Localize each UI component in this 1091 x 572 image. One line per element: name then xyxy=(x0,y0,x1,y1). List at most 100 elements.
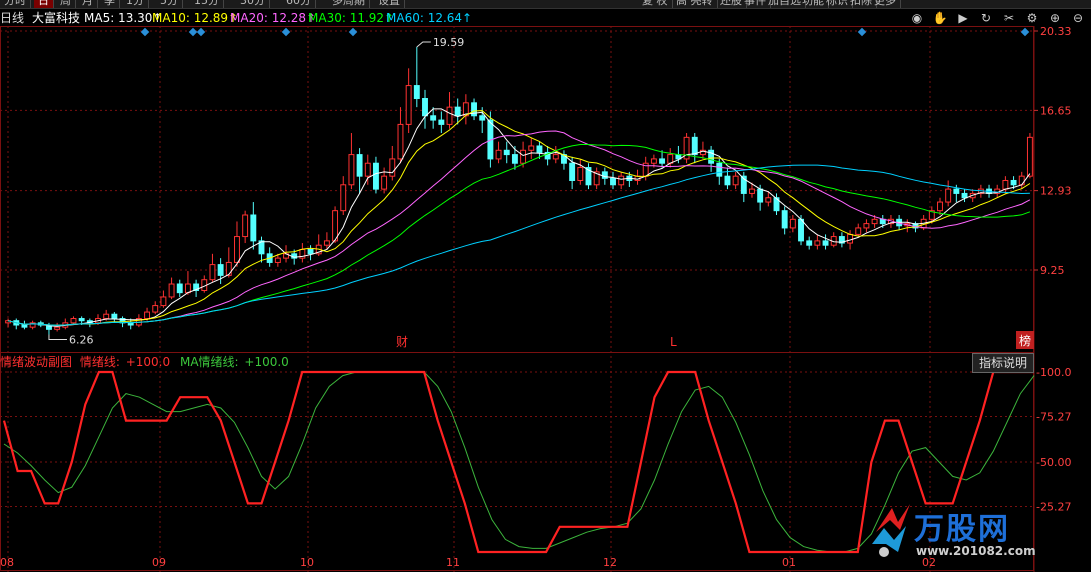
kline-chart[interactable]: 20.3316.6512.939.25-100.0-75.27-50.00-25… xyxy=(0,26,1091,572)
candle-body xyxy=(495,149,502,160)
candle-body xyxy=(1026,136,1033,177)
candle-body xyxy=(749,188,755,194)
settings-icon[interactable]: ⚙ xyxy=(1024,10,1040,26)
period-tab-11[interactable]: 设置 xyxy=(374,0,405,8)
candle-body xyxy=(144,311,151,320)
candle-body xyxy=(757,188,764,203)
candle-body xyxy=(438,119,445,125)
candle-body xyxy=(217,264,224,276)
candle-body xyxy=(323,240,330,246)
candle-body xyxy=(127,322,134,326)
period-tab-5[interactable]: 1分 xyxy=(122,0,149,8)
watermark-text: 万股网 xyxy=(914,512,1010,547)
refresh-icon[interactable]: ↻ xyxy=(978,10,994,26)
candle-body xyxy=(274,257,281,263)
signal-diamond xyxy=(281,27,291,37)
candle-body xyxy=(659,158,666,164)
stock-name[interactable]: 大富科技 xyxy=(32,10,80,26)
candle-body xyxy=(54,326,61,330)
logo-mark xyxy=(872,504,910,557)
candle-body xyxy=(389,158,396,177)
candle-body xyxy=(724,175,731,186)
candle-body xyxy=(356,154,363,177)
candle-body xyxy=(405,85,412,125)
month-tick-label: 01 xyxy=(782,556,796,569)
candle-body xyxy=(21,324,28,328)
candle-body xyxy=(348,154,355,186)
signal-diamond xyxy=(196,27,206,37)
price-tick-label: 16.65 xyxy=(1040,104,1072,117)
ma-emotion-value: +100.0 xyxy=(244,355,289,369)
tool-tab-0[interactable]: 复 权 xyxy=(638,0,673,8)
candle-body xyxy=(1018,175,1025,186)
candle-body xyxy=(413,85,420,100)
candle-body xyxy=(610,177,616,186)
month-tick-label: 10 xyxy=(300,556,314,569)
zoom-in-icon[interactable]: ⊕ xyxy=(1047,10,1063,26)
candle-body xyxy=(103,313,110,320)
candle-body xyxy=(209,264,216,281)
signal-diamond xyxy=(188,27,198,37)
candle-body xyxy=(855,227,862,235)
candle-body xyxy=(152,305,159,313)
tool-tab-1[interactable]: 高 亮转 xyxy=(672,0,718,8)
candle-body xyxy=(397,123,404,160)
month-tick-label: 09 xyxy=(152,556,166,569)
indicator-tick-label: -50.00 xyxy=(1036,456,1071,469)
period-tab-10[interactable]: 多周期 xyxy=(328,0,370,8)
candle-body xyxy=(552,154,559,160)
candle-body xyxy=(650,158,657,164)
period-tab-1[interactable]: 日 xyxy=(34,0,54,8)
zoom-out-icon[interactable]: ⊖ xyxy=(1070,10,1086,26)
scissors-icon[interactable]: ✂ xyxy=(1001,10,1017,26)
candle-body xyxy=(160,296,167,307)
candle-body xyxy=(601,171,608,179)
eye-icon[interactable]: ◉ xyxy=(909,10,925,26)
period-tab-0[interactable]: 分时 xyxy=(0,0,31,8)
low-price-label: 6.26 xyxy=(69,333,94,346)
ma-line-10 xyxy=(7,110,1031,326)
month-tick-label: 12 xyxy=(603,556,617,569)
period-tab-2[interactable]: 周 xyxy=(56,0,76,8)
candle-body xyxy=(528,145,535,151)
candle-body xyxy=(1002,179,1009,190)
period-tab-4[interactable]: 季 xyxy=(100,0,120,8)
chart-header: 日线 大富科技 MA5: 13.30↑ MA10: 12.89↑ MA20: 12.… xyxy=(0,10,1091,26)
candle-body xyxy=(618,175,625,186)
candle-body xyxy=(372,162,379,190)
signal-diamond xyxy=(1020,27,1030,37)
period-tab-8[interactable]: 30分 xyxy=(236,0,270,8)
ma-value-3: MA30: 11.92↑ xyxy=(308,11,395,25)
high-price-label: 19.59 xyxy=(433,36,465,49)
indicator-tick-label: -75.27 xyxy=(1036,411,1071,424)
period-label: 日线 xyxy=(0,11,25,25)
emotion-label: 情绪线: xyxy=(79,355,120,369)
candle-body xyxy=(1010,179,1017,186)
ma-value-2: MA20: 12.28↑ xyxy=(230,11,317,25)
ma-line-20 xyxy=(7,130,1031,326)
candle-body xyxy=(716,162,723,177)
signal-diamond xyxy=(857,27,867,37)
play-icon[interactable]: ▶ xyxy=(955,10,971,26)
candle-body xyxy=(430,115,437,121)
period-tab-9[interactable]: 60分 xyxy=(282,0,316,8)
candle-body xyxy=(307,249,314,255)
candle-body xyxy=(961,192,968,199)
indicator-help-button[interactable]: 指标说明 xyxy=(972,353,1034,373)
grid xyxy=(0,26,1035,572)
period-tab-7[interactable]: 15分 xyxy=(190,0,224,8)
period-tab-3[interactable]: 月 xyxy=(78,0,98,8)
ma-value-0: MA5: 13.30↑ xyxy=(84,11,163,25)
candle-body xyxy=(953,188,960,194)
price-tick-label: 20.33 xyxy=(1040,26,1072,38)
candle-body xyxy=(667,154,674,164)
candle-body xyxy=(422,98,428,117)
hand-icon[interactable]: ✋ xyxy=(932,10,948,26)
candle-body xyxy=(569,162,576,181)
tool-tab-8[interactable]: 更多 xyxy=(870,0,901,8)
event-marker-cai: 财 xyxy=(396,335,408,349)
period-tab-6[interactable]: 5分 xyxy=(156,0,183,8)
price-tick-label: 9.25 xyxy=(1040,264,1065,277)
candle-body xyxy=(234,236,240,263)
candle-body xyxy=(937,201,943,212)
